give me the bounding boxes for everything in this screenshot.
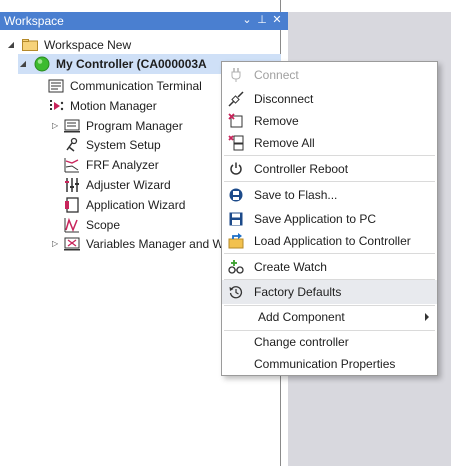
tree-item-label: Variables Manager and Wa (86, 237, 231, 251)
program-icon (64, 118, 80, 134)
menu-item-controller-reboot[interactable]: Controller Reboot (222, 157, 437, 181)
menu-item-load-application[interactable]: Load Application to Controller (222, 229, 437, 253)
menu-item-save-to-flash[interactable]: Save to Flash... (222, 183, 437, 207)
menu-item-label: Change controller (254, 335, 349, 349)
tree-item-label: Adjuster Wizard (86, 178, 171, 192)
tree-item-frf-analyzer[interactable]: FRF Analyzer (64, 155, 159, 175)
menu-item-create-watch[interactable]: Create Watch (222, 255, 437, 279)
tree-item-adjuster-wizard[interactable]: Adjuster Wizard (64, 175, 171, 195)
variables-icon (64, 236, 80, 252)
menu-item-remove[interactable]: Remove (222, 109, 437, 133)
menu-item-label: Remove (254, 114, 299, 128)
tree-item-label: Application Wizard (86, 198, 186, 212)
menu-item-save-application-to-pc[interactable]: Save Application to PC (222, 207, 437, 231)
power-icon (228, 161, 244, 177)
menu-item-add-component[interactable]: Add Component (222, 305, 437, 329)
tree-item-label: Program Manager (86, 119, 183, 133)
menu-item-label: Disconnect (254, 92, 314, 106)
remove-all-icon (228, 135, 244, 151)
motion-icon (48, 98, 64, 114)
tree-item-scope[interactable]: Scope (64, 215, 120, 235)
tree-item-motion-manager[interactable]: Motion Manager (48, 96, 157, 116)
tree-item-system-setup[interactable]: System Setup (64, 135, 161, 155)
tree-item-label: System Setup (86, 138, 161, 152)
create-watch-icon (228, 259, 244, 275)
menu-separator (224, 253, 435, 254)
scope-icon (64, 217, 80, 233)
collapse-arrow-icon[interactable]: ◢ (18, 54, 28, 74)
context-menu: Connect Disconnect Remove Remove All Con… (221, 61, 438, 376)
menu-item-label: Controller Reboot (254, 162, 349, 176)
tree-item-workspace[interactable]: ◢ Workspace New (6, 35, 131, 55)
collapse-arrow-icon[interactable]: ◢ (6, 35, 16, 55)
panel-titlebar: Workspace ⌄ ⊥ ✕ (0, 12, 288, 30)
history-icon (228, 284, 244, 300)
adjuster-icon (64, 177, 80, 193)
menu-item-remove-all[interactable]: Remove All (222, 131, 437, 155)
menu-item-label: Connect (254, 68, 299, 82)
menu-item-communication-properties[interactable]: Communication Properties (222, 352, 437, 376)
remove-icon (228, 113, 244, 129)
menu-item-label: Remove All (254, 136, 315, 150)
tree-item-label: FRF Analyzer (86, 158, 159, 172)
tree-item-communication-terminal[interactable]: Communication Terminal (48, 76, 202, 96)
menu-item-label: Save Application to PC (254, 212, 377, 226)
expand-arrow-icon[interactable]: ▷ (52, 116, 58, 136)
menu-item-label: Add Component (258, 310, 345, 324)
save-pc-icon (228, 211, 244, 227)
frf-analyzer-icon (64, 157, 80, 173)
connected-status-icon (34, 56, 50, 72)
tree-item-program-manager[interactable]: ▷ Program Manager (52, 116, 183, 136)
tree-item-label: Workspace New (44, 38, 132, 52)
terminal-icon (48, 78, 64, 94)
tree-item-label: Motion Manager (70, 99, 157, 113)
close-icon[interactable]: ✕ (272, 13, 282, 28)
menu-item-connect[interactable]: Connect (222, 63, 437, 87)
dropdown-icon[interactable]: ⌄ (242, 13, 252, 28)
menu-item-label: Load Application to Controller (254, 234, 411, 248)
menu-item-disconnect[interactable]: Disconnect (222, 87, 437, 111)
menu-separator (224, 181, 435, 182)
tree-item-label: Scope (86, 218, 121, 232)
menu-item-label: Create Watch (254, 260, 327, 274)
tree-item-label: Communication Terminal (70, 79, 202, 93)
tree-item-label: My Controller (CA000003A (56, 57, 207, 71)
menu-item-factory-defaults[interactable]: Factory Defaults (222, 280, 437, 304)
save-flash-icon (228, 187, 244, 203)
panel-controls: ⌄ ⊥ ✕ (242, 13, 282, 28)
panel-title: Workspace (4, 14, 64, 28)
system-setup-icon (64, 137, 80, 153)
menu-separator (224, 155, 435, 156)
submenu-arrow-icon (425, 313, 429, 321)
expand-arrow-icon[interactable]: ▷ (52, 234, 58, 254)
menu-item-label: Factory Defaults (254, 285, 342, 299)
connect-plug-icon (228, 67, 244, 83)
pin-icon[interactable]: ⊥ (257, 13, 267, 28)
menu-item-label: Save to Flash... (254, 188, 338, 202)
menu-item-label: Communication Properties (254, 357, 396, 371)
disconnect-plug-icon (228, 91, 244, 107)
load-app-icon (228, 233, 244, 249)
application-wizard-icon (64, 197, 80, 213)
tree-item-application-wizard[interactable]: Application Wizard (64, 195, 185, 215)
folder-icon (22, 37, 38, 53)
menu-item-change-controller[interactable]: Change controller (222, 330, 437, 354)
tree-item-variables-manager[interactable]: ▷ Variables Manager and Wa (52, 234, 230, 254)
